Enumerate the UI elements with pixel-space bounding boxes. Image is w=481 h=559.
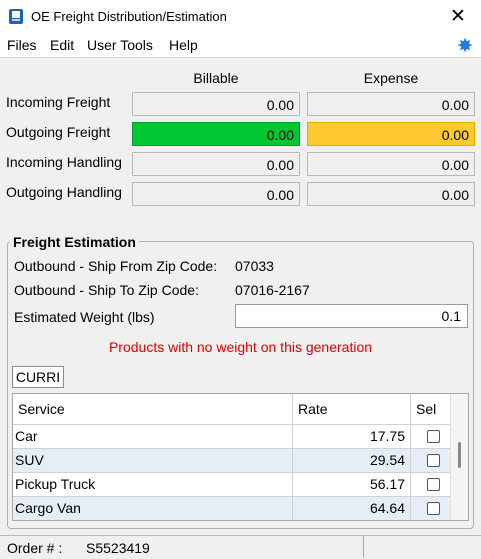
scrollbar-thumb[interactable]	[458, 442, 461, 468]
outgoing-freight-billable[interactable]: 0.00	[132, 122, 300, 146]
ship-to-value: 07016-2167	[235, 282, 310, 298]
order-label: Order # :	[7, 540, 63, 556]
estimated-weight-input[interactable]: 0.1	[235, 304, 468, 328]
menu-user-tools[interactable]: User Tools	[87, 37, 153, 53]
no-weight-warning: Products with no weight on this generati…	[108, 339, 373, 355]
menu-files[interactable]: Files	[7, 37, 37, 53]
outgoing-handling-label: Outgoing Handling	[6, 184, 122, 200]
service-cell: Car	[13, 425, 293, 448]
status-segment-empty	[364, 536, 479, 558]
tab-curri[interactable]: CURRI	[12, 366, 64, 388]
table-row[interactable]: Car 17.75	[13, 424, 453, 448]
outgoing-handling-billable[interactable]: 0.00	[132, 182, 300, 206]
select-checkbox[interactable]	[427, 430, 440, 443]
menu-bar: Files Edit User Tools Help ✸	[0, 33, 481, 58]
select-checkbox[interactable]	[427, 454, 440, 467]
rate-cell: 56.17	[293, 473, 411, 496]
incoming-freight-label: Incoming Freight	[6, 94, 111, 110]
grid-scrollbar[interactable]	[450, 394, 468, 520]
outgoing-freight-label: Outgoing Freight	[6, 124, 111, 140]
sel-column-header[interactable]: Sel	[411, 394, 453, 424]
service-cell: Pickup Truck	[13, 473, 293, 496]
close-button[interactable]: ✕	[435, 0, 481, 33]
incoming-freight-billable[interactable]: 0.00	[132, 92, 300, 116]
title-bar: OE Freight Distribution/Estimation ✕	[0, 0, 481, 33]
billable-header: Billable	[193, 70, 239, 86]
table-row[interactable]: Cargo Van 64.64	[13, 496, 453, 520]
rate-column-header[interactable]: Rate	[293, 394, 411, 424]
select-checkbox[interactable]	[427, 478, 440, 491]
outgoing-handling-expense[interactable]: 0.00	[307, 182, 475, 206]
order-number: S5523419	[86, 540, 150, 556]
rate-cell: 29.54	[293, 449, 411, 472]
freight-estimation-title: Freight Estimation	[10, 234, 139, 250]
select-checkbox[interactable]	[427, 502, 440, 515]
menu-help[interactable]: Help	[169, 37, 198, 53]
status-bar: Order # : S5523419	[0, 535, 481, 559]
ship-from-label: Outbound - Ship From Zip Code:	[14, 258, 218, 274]
incoming-freight-expense[interactable]: 0.00	[307, 92, 475, 116]
window-title: OE Freight Distribution/Estimation	[31, 9, 227, 24]
menu-edit[interactable]: Edit	[50, 37, 74, 53]
service-cell: SUV	[13, 449, 293, 472]
rate-cell: 17.75	[293, 425, 411, 448]
help-burst-icon[interactable]: ✸	[457, 35, 473, 58]
ship-to-label: Outbound - Ship To Zip Code:	[14, 282, 199, 298]
incoming-handling-label: Incoming Handling	[6, 154, 122, 170]
order-status-segment: Order # : S5523419	[0, 536, 364, 558]
incoming-handling-billable[interactable]: 0.00	[132, 152, 300, 176]
app-icon	[9, 9, 23, 24]
service-column-header[interactable]: Service	[13, 394, 293, 424]
outgoing-freight-expense[interactable]: 0.00	[307, 122, 475, 146]
weight-label: Estimated Weight (lbs)	[14, 309, 155, 325]
service-grid: Service Rate Sel Car 17.75 SUV 29.54 Pic…	[12, 393, 469, 521]
rate-cell: 64.64	[293, 497, 411, 520]
table-row[interactable]: Pickup Truck 56.17	[13, 472, 453, 496]
table-row[interactable]: SUV 29.54	[13, 448, 453, 472]
incoming-handling-expense[interactable]: 0.00	[307, 152, 475, 176]
expense-header: Expense	[363, 70, 419, 86]
ship-from-value: 07033	[235, 258, 274, 274]
service-cell: Cargo Van	[13, 497, 293, 520]
